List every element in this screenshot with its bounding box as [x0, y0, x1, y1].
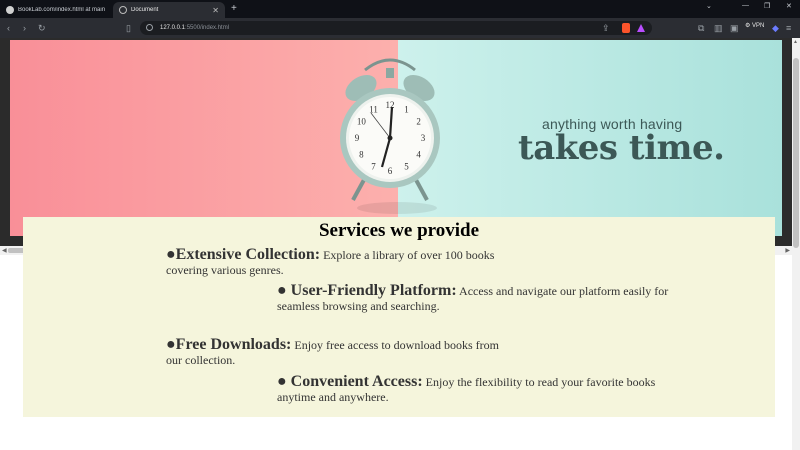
globe-icon	[119, 6, 127, 14]
tab-document[interactable]: Document ✕	[113, 2, 225, 18]
hero-tagline-big: takes time.	[518, 128, 725, 168]
tab-title: BookLab.com/index.html at main · A	[18, 7, 106, 13]
service-item: ● User-Friendly Platform: Access and nav…	[277, 283, 687, 314]
clock-number: 5	[404, 162, 409, 172]
brave-shields-icon[interactable]	[622, 23, 630, 33]
tab-title: Document	[131, 7, 159, 13]
service-heading: ● Convenient Access:	[277, 373, 423, 390]
browser-toolbar: ‹ › ↻ ▯ 127.0.0.1:5500/index.html ⇪ ⧉ ▥ …	[0, 18, 800, 38]
forward-icon[interactable]: ›	[23, 22, 26, 34]
clock-number: 3	[421, 133, 426, 143]
vertical-scrollbar[interactable]: ▲	[792, 38, 800, 450]
clock-number: 7	[371, 162, 376, 172]
menu-icon[interactable]: ≡	[786, 22, 791, 34]
sidebar-icon[interactable]: ▥	[714, 22, 723, 34]
address-bar[interactable]: 127.0.0.1:5500/index.html ⇪	[140, 21, 652, 35]
reload-icon[interactable]: ↻	[38, 22, 46, 34]
service-item: ●Extensive Collection: Explore a library…	[166, 247, 511, 278]
services-section: Services we provide ●Extensive Collectio…	[23, 217, 775, 417]
clock-number: 9	[355, 133, 360, 143]
vpn-button[interactable]: ⚙ VPN	[745, 22, 764, 29]
clock-number: 2	[416, 117, 421, 127]
minimize-button[interactable]: —	[742, 2, 749, 9]
bookmark-icon[interactable]: ▯	[126, 22, 131, 34]
tab-booklab-github[interactable]: BookLab.com/index.html at main · A	[0, 2, 112, 18]
tab-search-icon[interactable]: ⌄	[706, 2, 712, 10]
scroll-left-icon[interactable]: ◀	[2, 247, 7, 254]
alarm-clock-illustration: 12 1234567891011	[340, 58, 440, 214]
clock-number: 4	[416, 150, 421, 160]
extensions-icon[interactable]: ⧉	[698, 22, 704, 34]
close-window-button[interactable]: ✕	[786, 2, 792, 10]
url-text[interactable]: 127.0.0.1:5500/index.html	[160, 23, 229, 33]
service-heading: ●Extensive Collection:	[166, 246, 321, 263]
github-icon	[6, 6, 14, 14]
clock-number: 6	[388, 166, 393, 176]
clock-number: 1	[404, 104, 409, 114]
back-icon[interactable]: ‹	[7, 22, 10, 34]
service-item: ● Convenient Access: Enjoy the flexibili…	[277, 374, 687, 405]
clock-number: 11	[369, 104, 378, 114]
share-icon[interactable]: ⇪	[602, 22, 610, 34]
clock-number: 12	[386, 100, 395, 110]
hero-frame: 12 1 2 3 4 5 6 7 8 9 10 11 anything worth having ta…	[0, 38, 792, 246]
wallet-icon[interactable]: ▣	[730, 22, 739, 34]
maximize-button[interactable]: ❐	[764, 2, 770, 10]
hero-banner: 12 1 2 3 4 5 6 7 8 9 10 11 anything worth having ta…	[10, 40, 782, 236]
site-info-icon[interactable]	[146, 24, 153, 31]
browser-tabstrip: BookLab.com/index.html at main · A Docum…	[0, 0, 800, 18]
service-heading: ●Free Downloads:	[166, 336, 292, 353]
services-title: Services we provide	[318, 220, 480, 241]
scroll-right-icon[interactable]: ▶	[785, 247, 790, 254]
clock-number: 8	[359, 150, 364, 160]
service-heading: ● User-Friendly Platform:	[277, 282, 457, 299]
brave-rewards-icon[interactable]	[637, 24, 645, 32]
service-item: ●Free Downloads: Enjoy free access to do…	[166, 337, 511, 368]
leo-ai-icon[interactable]: ◆	[772, 22, 779, 34]
close-tab-icon[interactable]: ✕	[212, 6, 219, 15]
clock-number: 10	[357, 117, 367, 127]
scroll-up-icon[interactable]: ▲	[793, 39, 798, 45]
vertical-scroll-thumb[interactable]	[793, 58, 799, 248]
new-tab-button[interactable]: +	[231, 3, 237, 14]
